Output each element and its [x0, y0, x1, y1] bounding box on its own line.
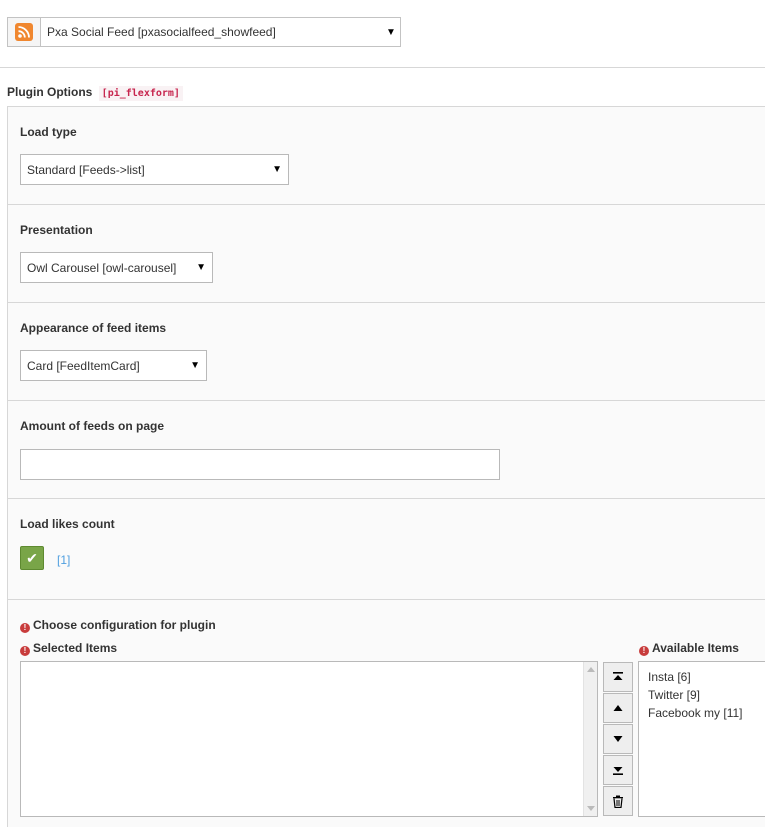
amount-input[interactable] — [20, 449, 500, 480]
move-to-top-button[interactable] — [603, 662, 633, 692]
rss-icon — [15, 23, 33, 41]
error-icon: ! — [20, 646, 30, 656]
checkmark-icon: ✔ — [26, 549, 38, 566]
plugin-options-title: Plugin Options [pi_flexform] — [7, 85, 183, 101]
plugin-select-value: Pxa Social Feed [pxasocialfeed_showfeed] — [47, 25, 276, 39]
arrow-down-icon — [613, 736, 623, 742]
load-type-select[interactable]: Standard [Feeds->list] ▼ — [20, 154, 289, 185]
appearance-value: Card [FeedItemCard] — [27, 358, 140, 373]
top-strip — [0, 0, 765, 6]
presentation-value: Owl Carousel [owl-carousel] — [27, 260, 177, 275]
available-items-title: ! Available Items — [639, 641, 739, 656]
move-to-bottom-button[interactable] — [603, 755, 633, 785]
selected-items-scrollbar[interactable] — [583, 662, 597, 816]
remove-button[interactable] — [603, 786, 633, 816]
configuration-label: Choose configuration for plugin — [33, 618, 216, 632]
move-buttons — [603, 662, 633, 817]
appearance-panel: Appearance of feed items Card [FeedItemC… — [7, 302, 765, 401]
amount-label: Amount of feeds on page — [20, 419, 164, 433]
chevron-down-icon: ▼ — [190, 360, 200, 371]
likes-option-label[interactable]: [1] — [57, 553, 70, 567]
list-item[interactable]: Twitter [9] — [648, 688, 700, 702]
selected-items-title: ! Selected Items — [20, 641, 117, 656]
load-type-panel: Load type Standard [Feeds->list] ▼ — [7, 106, 765, 205]
load-type-value: Standard [Feeds->list] — [27, 162, 145, 177]
scroll-down-icon[interactable] — [587, 806, 595, 811]
chevron-down-icon: ▼ — [272, 164, 282, 175]
presentation-label: Presentation — [20, 223, 93, 237]
divider — [0, 67, 765, 68]
flexform-code-badge: [pi_flexform] — [98, 86, 183, 101]
trash-icon — [613, 795, 623, 808]
list-item[interactable]: Facebook my [11] — [648, 706, 743, 720]
move-down-button[interactable] — [603, 724, 633, 754]
appearance-select[interactable]: Card [FeedItemCard] ▼ — [20, 350, 207, 381]
configuration-title: ! Choose configuration for plugin — [20, 618, 216, 633]
plugin-options-label: Plugin Options — [7, 85, 93, 99]
chevron-down-icon: ▼ — [386, 26, 396, 38]
selected-items-label: Selected Items — [33, 641, 118, 655]
error-icon: ! — [20, 623, 30, 633]
selected-items-list[interactable] — [20, 661, 598, 817]
likes-checkbox[interactable]: ✔ — [20, 546, 44, 570]
presentation-select[interactable]: Owl Carousel [owl-carousel] ▼ — [20, 252, 213, 283]
plugin-select[interactable]: Pxa Social Feed [pxasocialfeed_showfeed]… — [7, 17, 401, 47]
presentation-panel: Presentation Owl Carousel [owl-carousel]… — [7, 204, 765, 303]
move-bottom-icon — [613, 767, 623, 775]
list-item[interactable]: Insta [6] — [648, 670, 691, 684]
chevron-down-icon: ▼ — [196, 262, 206, 273]
amount-panel: Amount of feeds on page — [7, 400, 765, 499]
likes-label: Load likes count — [20, 517, 115, 531]
available-items-list[interactable]: Insta [6] Twitter [9] Facebook my [11] — [638, 661, 765, 817]
scroll-up-icon[interactable] — [587, 667, 595, 672]
error-icon: ! — [639, 646, 649, 656]
available-items-label: Available Items — [652, 641, 739, 655]
move-up-button[interactable] — [603, 693, 633, 723]
likes-panel: Load likes count ✔ [1] — [7, 498, 765, 600]
appearance-label: Appearance of feed items — [20, 321, 167, 335]
move-top-icon — [613, 672, 623, 680]
load-type-label: Load type — [20, 125, 77, 139]
arrow-up-icon — [613, 705, 623, 711]
plugin-icon-box — [8, 18, 41, 46]
